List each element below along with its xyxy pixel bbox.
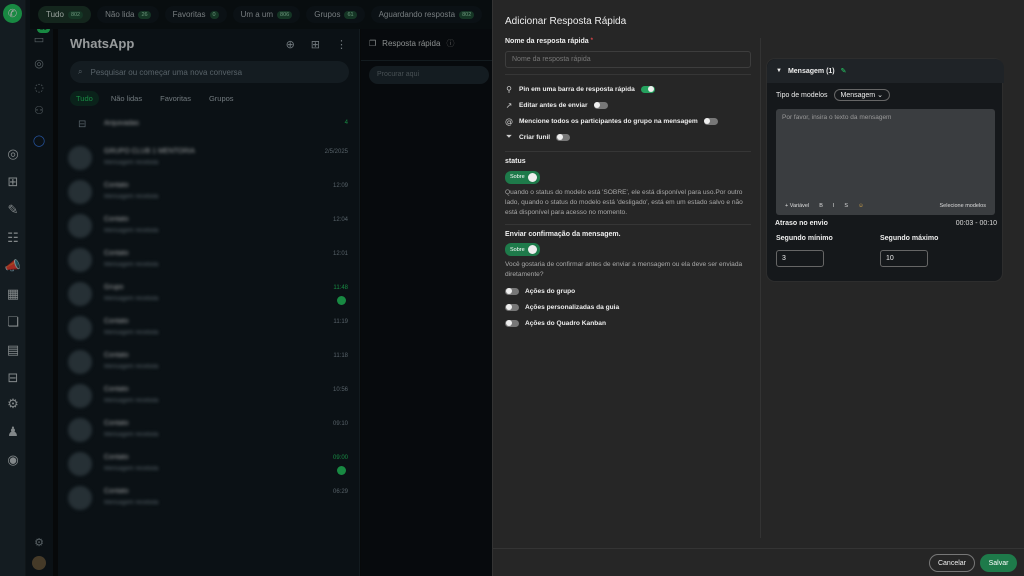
option-label: Criar funil (519, 133, 551, 141)
message-placeholder: Por favor, insira o texto da mensagem (782, 114, 892, 121)
strike-button[interactable]: S (844, 203, 848, 209)
confirm-description: Você gostaria de confirmar antes de envi… (505, 261, 743, 278)
bold-button[interactable]: B (819, 203, 823, 209)
format-toolbar: + Variável B I S ☺ (785, 203, 864, 209)
message-header-title: Mensagem (1) (787, 67, 835, 75)
delay-label: Atraso no envio (775, 220, 828, 227)
at-sign-icon: @ (505, 116, 513, 126)
name-input[interactable]: Nome da resposta rápida (505, 51, 751, 68)
select-models-button[interactable]: Selecione modelos (940, 203, 986, 209)
action-label: Ações do grupo (525, 287, 576, 295)
divider (505, 151, 751, 152)
action-toggle[interactable] (505, 319, 519, 327)
funnel-icon: ⏷ (505, 132, 513, 141)
delay-value: 00:03 - 00:10 (955, 220, 997, 227)
action-label: Ações personalizadas da guia (525, 303, 620, 311)
toggle-knob (527, 172, 537, 182)
min-seconds-input[interactable]: 3 (776, 250, 824, 267)
add-variable-button[interactable]: + Variável (785, 203, 809, 209)
confirm-label: Enviar confirmação da mensagem. (505, 230, 621, 238)
option-row: ↗ Editar antes de enviar (505, 97, 751, 113)
modal-backdrop[interactable] (0, 0, 492, 576)
option-row: @ Mencione todos os participantes do grup… (505, 113, 751, 129)
divider (505, 223, 751, 225)
option-label: Pin em uma barra de resposta rápida (519, 85, 635, 93)
option-toggle[interactable] (703, 117, 718, 125)
chevron-down-icon: ⌄ (877, 92, 883, 99)
option-label: Mencione todos os participantes do grupo… (519, 117, 698, 125)
template-type-select[interactable]: Mensagem ⌄ (833, 89, 890, 101)
save-button[interactable]: Salvar (980, 554, 1017, 572)
message-panel-header[interactable]: ▼ Mensagem (1) ✎ (767, 59, 1004, 83)
min-seconds-label: Segundo mínimo (776, 235, 833, 242)
status-toggle-label: Sobre (510, 174, 525, 180)
column-divider (760, 38, 761, 538)
template-type-label: Tipo de modelos (776, 91, 828, 99)
divider (505, 74, 751, 75)
cancel-button[interactable]: Cancelar (929, 554, 975, 572)
action-row: Ações do Quadro Kanban (505, 315, 751, 331)
action-label: Ações do Quadro Kanban (525, 319, 606, 327)
option-toggle[interactable] (556, 133, 571, 141)
required-marker: * (590, 38, 593, 44)
option-toggle[interactable] (640, 85, 655, 93)
drawer-title: Adicionar Resposta Rápida (505, 16, 627, 27)
confirm-toggle[interactable]: Sobre (505, 243, 540, 256)
collapse-caret-icon[interactable]: ▼ (776, 68, 782, 74)
max-seconds-input[interactable]: 10 (880, 250, 928, 267)
action-toggle[interactable] (505, 287, 519, 295)
pin-icon: ⚲ (506, 84, 512, 94)
option-row: ⏷ Criar funil (505, 129, 751, 145)
status-description: Quando o status do modelo está 'SOBRE', … (505, 188, 743, 216)
template-type-row: Tipo de modelos Mensagem ⌄ (776, 89, 890, 101)
template-type-value: Mensagem (840, 92, 876, 99)
option-label: Editar antes de enviar (519, 101, 588, 109)
emoji-icon[interactable]: ☺ (858, 203, 864, 209)
status-label: status (505, 158, 526, 165)
name-label: Nome da resposta rápida * (505, 38, 751, 45)
delay-row: Atraso no envio 00:03 - 00:10 (775, 220, 997, 227)
max-seconds-label: Segundo máximo (880, 235, 939, 242)
message-panel: ▼ Mensagem (1) ✎ Tipo de modelos Mensage… (766, 58, 1004, 282)
message-textarea[interactable]: Por favor, insira o texto da mensagem + … (776, 109, 995, 215)
settings-column: Nome da resposta rápida * Nome da respos… (505, 38, 751, 331)
action-toggle[interactable] (505, 303, 519, 311)
action-row: Ações do grupo (505, 283, 751, 299)
option-row: ⚲ Pin em uma barra de resposta rápida (505, 81, 751, 97)
confirm-toggle-label: Sobre (510, 246, 525, 253)
action-row: Ações personalizadas da guia (505, 299, 751, 315)
italic-button[interactable]: I (833, 203, 835, 209)
status-toggle[interactable]: Sobre (505, 170, 540, 184)
arrow-up-right-icon: ↗ (505, 100, 513, 110)
toggle-knob (527, 245, 537, 254)
option-toggle[interactable] (593, 101, 608, 109)
name-label-text: Nome da resposta rápida (505, 38, 589, 45)
edit-pencil-icon[interactable]: ✎ (841, 67, 847, 75)
